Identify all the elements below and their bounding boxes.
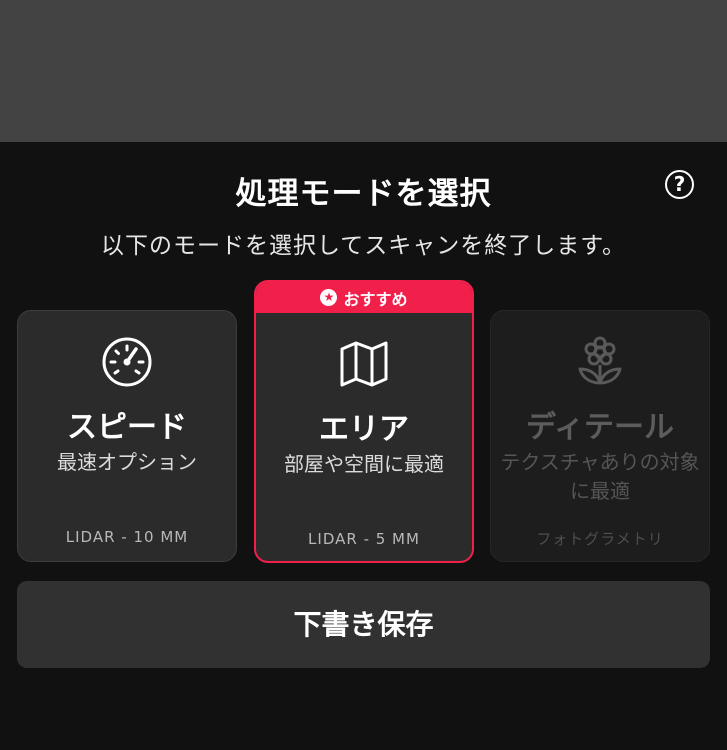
mode-description: 最速オプション [57,450,197,474]
mode-card-detail: ディテール テクスチャありの対象に最適 フォトグラメトリ [490,310,710,562]
sheet-title: 処理モードを選択 [235,176,492,212]
flower-icon [578,336,622,385]
dimmed-backdrop[interactable] [0,0,727,142]
save-draft-button[interactable]: 下書き保存 [17,581,710,668]
sheet-subtitle: 以下のモードを選択してスキャンを終了します。 [100,233,626,259]
question-mark-icon: ? [673,172,686,196]
mode-title: ディテール [526,410,674,445]
speedometer-icon [102,337,152,387]
mode-description: テクスチャありの対象に最適 [500,450,700,503]
mode-card-area[interactable]: ★ おすすめ エリア 部屋や空間に最適 LIDAR - 5 MM [254,280,474,563]
mode-title: スピード [67,410,187,445]
mode-card-speed[interactable]: スピード 最速オプション LIDAR - 10 MM [17,310,237,562]
badge-label: おすすめ [343,289,408,309]
star-icon: ★ [320,289,338,306]
mode-spec: LIDAR - 5 MM [308,530,420,548]
mode-description: 部屋や空間に最適 [284,452,444,476]
processing-mode-screen: 処理モードを選択 ? 以下のモードを選択してスキャンを終了します。 スピード 最… [0,0,727,750]
mode-spec: LIDAR - 10 MM [65,528,189,546]
help-button[interactable]: ? [665,170,694,199]
mode-spec: フォトグラメトリ [536,530,664,548]
recommended-badge: ★ おすすめ [256,282,472,313]
map-icon [340,341,388,387]
mode-title: エリア [319,412,409,447]
